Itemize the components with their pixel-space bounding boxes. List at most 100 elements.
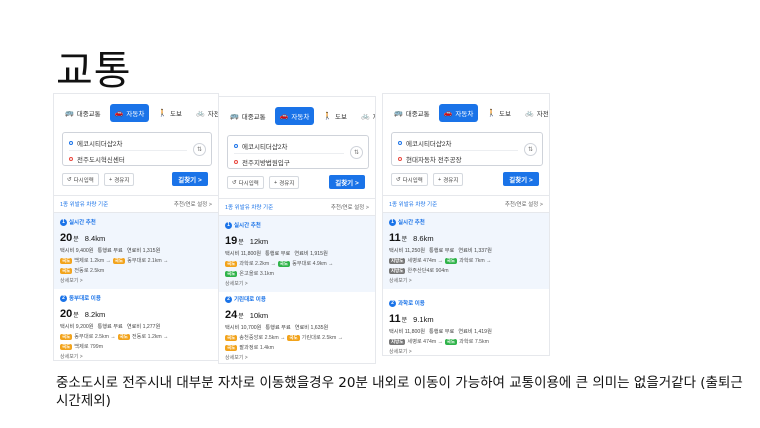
route-label: 2 과학로 이용 [389, 299, 543, 307]
tab-bicycle[interactable]: 🚲자전거 [356, 107, 375, 125]
duration: 20분 [60, 228, 79, 246]
car-icon: 🚗 [443, 110, 453, 117]
bus-icon: 🚌 [65, 110, 74, 117]
sort-setting-link[interactable]: 추천/연료 설정 > [505, 200, 543, 208]
route-label-text: 실시간 추천 [69, 220, 96, 226]
waypoint-label: 경유지 [443, 177, 459, 184]
destination-field[interactable]: 전주지방법원입구 [234, 157, 290, 167]
road-type-badge: 국도 [117, 333, 130, 340]
road-row: 지방도 완주산단4로 904m [389, 267, 543, 274]
detail-link[interactable]: 상세보기 > [389, 348, 543, 355]
road-segment: 동부대로 2.5km → [74, 334, 116, 340]
road-row: 국도 동부대로 2.5km → 국도 전동로 1.2km → [60, 333, 212, 340]
mode-tabs: 🚌대중교통🚗자동차🚶도보🚲자전거 [225, 107, 375, 125]
tab-walk[interactable]: 🚶 도보 [482, 104, 516, 122]
sort-setting-link[interactable]: 추천/연료 설정 > [331, 203, 369, 211]
detail-link[interactable]: 상세보기 > [389, 277, 543, 284]
duration-unit: 분 [73, 313, 79, 319]
route-card[interactable]: 2 동부대로 이용 20분 8.2km 택시비 9,200원 통행료 무료 연료비 1,27… [54, 289, 218, 360]
route-card[interactable]: 1 실시간 추천 20분 8.4km 택시비 9,400원 통행료 무료 연료비 1,315… [54, 213, 218, 289]
route-label: 1 실시간 추천 [60, 218, 212, 226]
route-card[interactable]: 2 기린대로 이용 24분 10km 택시비 10,700원 통행료 무료 연료비 1,63… [219, 290, 375, 363]
route-label: 2 동부대로 이용 [60, 294, 212, 302]
rank-badge: 2 [225, 295, 232, 303]
duration-value: 11 [389, 313, 401, 325]
duration-value: 24 [225, 309, 238, 321]
destination-field[interactable]: 전주도시혁신센터 [69, 154, 125, 164]
detail-link[interactable]: 상세보기 > [60, 277, 212, 284]
duration-value: 19 [225, 235, 238, 247]
tab-bus[interactable]: 🚌 대중교통 [389, 104, 435, 122]
road-row: 국도 백제로 1.2km → 국도 동부대로 2.1km → [60, 257, 212, 264]
search-route-button[interactable]: 길찾기 > [172, 172, 208, 186]
reset-label: 다시입력 [402, 177, 423, 184]
time-distance: 11분 9.1km [389, 309, 543, 327]
tab-label: 도보 [335, 114, 347, 121]
reset-button[interactable]: ↺ 다시입력 [62, 173, 99, 186]
search-route-button[interactable]: 길찾기 > [503, 172, 539, 186]
origin-field[interactable]: 에코시티더샵2차 [234, 141, 287, 151]
tab-label: 도보 [499, 111, 511, 118]
waypoint-label: 경유지 [279, 180, 295, 187]
origin-dot-icon [398, 141, 402, 145]
distance: 8.4km [84, 234, 106, 243]
route-card[interactable]: 1 실시간 추천 11분 8.6km 택시비 11,250원 통행료 무료 연료비 1,33… [383, 213, 549, 289]
road-segment: 백제로 799m [74, 344, 104, 350]
tab-label: 대중교통 [76, 111, 101, 118]
car-icon: 🚗 [279, 113, 289, 120]
add-waypoint-button[interactable]: + 경유지 [104, 173, 135, 186]
destination-dot-icon [69, 157, 73, 161]
road-row: 국도 온고을로 3.1km [225, 270, 369, 277]
origin-field[interactable]: 에코시티더샵2차 [69, 138, 122, 148]
route-card[interactable]: 2 과학로 이용 11분 9.1km 택시비 11,800원 통행료 무료 연료비 1,41… [383, 294, 549, 355]
reset-button[interactable]: ↺ 다시입력 [391, 173, 428, 186]
bus-icon: 🚌 [230, 113, 239, 120]
tab-car[interactable]: 🚗 자동차 [109, 104, 150, 122]
road-type-badge: 국도 [112, 257, 126, 264]
mode-tabs: 🚌대중교통🚗자동차🚶도보🚲자전거 [389, 104, 549, 122]
vehicle-basis: 1종 위발유 차량 기준 [60, 202, 109, 208]
tab-car[interactable]: 🚗 자동차 [274, 107, 315, 125]
detail-link[interactable]: 상세보기 > [225, 280, 369, 287]
destination-text: 현대자동차 전주공장 [406, 157, 462, 164]
tab-bicycle[interactable]: 🚲자전거 [191, 104, 218, 122]
fee-item: 연료비 1,635원 [294, 325, 329, 331]
swap-icon[interactable]: ⇅ [193, 143, 206, 156]
tab-bicycle[interactable]: 🚲자전거 [520, 104, 549, 122]
plus-icon: + [109, 176, 113, 183]
origin-field[interactable]: 에코시티더샵2차 [398, 138, 451, 148]
waypoint-label: 경유지 [114, 177, 130, 184]
route-panel: 🚌대중교통🚗자동차🚶도보🚲자전거에코시티더샵2차전주도시혁신센터⇅↺다시입력+경… [53, 93, 219, 361]
add-waypoint-button[interactable]: + 경유지 [433, 173, 464, 186]
reset-button[interactable]: ↺ 다시입력 [227, 176, 264, 189]
add-waypoint-button[interactable]: + 경유지 [269, 176, 300, 189]
route-card[interactable]: 1 실시간 추천 19분 12km 택시비 11,800원 통행료 무료 연료비 1,915… [219, 216, 375, 292]
detail-link[interactable]: 상세보기 > [60, 353, 212, 360]
swap-icon[interactable]: ⇅ [350, 146, 363, 159]
sort-setting-link[interactable]: 추천/연료 설정 > [174, 200, 212, 208]
bicycle-icon: 🚲 [361, 113, 370, 120]
fee-row: 택시비 11,800원 통행료 무료 연료비 1,915원 [225, 250, 369, 257]
rank-badge: 1 [389, 218, 396, 226]
distance: 10km [249, 311, 269, 320]
tab-car[interactable]: 🚗 자동차 [438, 104, 479, 122]
search-route-button[interactable]: 길찾기 > [329, 175, 365, 189]
fee-item: 통행료 무료 [429, 248, 455, 254]
route-divider [398, 150, 518, 151]
tab-label: 자전거 [373, 111, 375, 121]
road-row: 국도 팔과정로 1.4km [225, 344, 369, 351]
tab-bus[interactable]: 🚌 대중교통 [60, 104, 106, 122]
duration: 11분 [389, 309, 407, 327]
tab-walk[interactable]: 🚶 도보 [153, 104, 187, 122]
tab-walk[interactable]: 🚶 도보 [318, 107, 352, 125]
road-segment: 전동로 1.2km → [131, 334, 169, 340]
swap-icon[interactable]: ⇅ [524, 143, 537, 156]
time-distance: 24분 10km [225, 305, 369, 323]
destination-field[interactable]: 현대자동차 전주공장 [398, 154, 462, 164]
detail-link[interactable]: 상세보기 > [225, 354, 369, 361]
route-label: 1 실시간 추천 [225, 221, 369, 229]
road-segment: 세병로 474m → [407, 258, 443, 264]
road-segment: 전동로 2.5km [74, 268, 105, 274]
time-distance: 11분 8.6km [389, 228, 543, 246]
tab-bus[interactable]: 🚌 대중교통 [225, 107, 271, 125]
